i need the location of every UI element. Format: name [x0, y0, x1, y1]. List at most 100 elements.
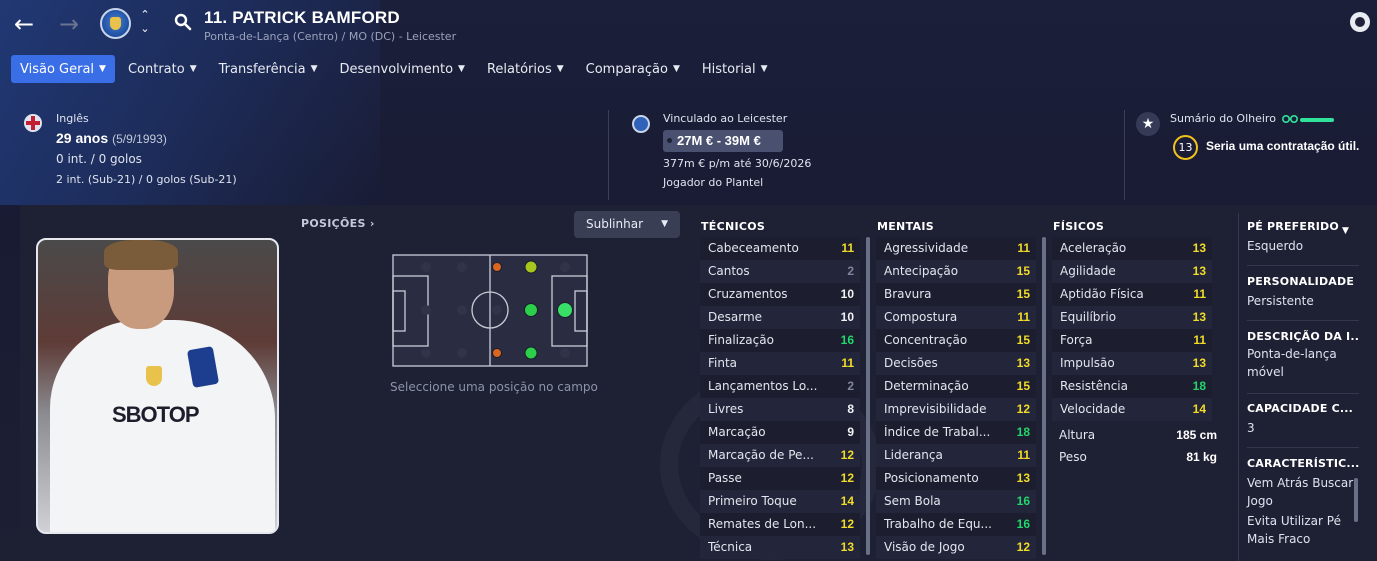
attribute-row[interactable]: Equilíbrio 13	[1052, 306, 1212, 329]
pitch-position-marker[interactable]	[557, 302, 573, 318]
attribute-value: 13	[1192, 264, 1206, 278]
attribute-row[interactable]: Resistência 18	[1052, 375, 1212, 398]
attribute-row[interactable]: Lançamentos Lo... 2	[700, 375, 860, 398]
technical-attributes: TÉCNICOS Cabeceamento 11 Cantos 2 Cruzamento…	[700, 220, 860, 559]
attribute-row[interactable]: Marcação 9	[700, 421, 860, 444]
attribute-row[interactable]: Concentração 15	[876, 329, 1036, 352]
attribute-row[interactable]: Determinação 15	[876, 375, 1036, 398]
tab-historial[interactable]: Historial ▼	[693, 55, 777, 83]
attribute-name: Antecipação	[884, 264, 959, 278]
pitch-empty-spot[interactable]	[421, 305, 431, 315]
attribute-value: 2	[847, 264, 854, 278]
attribute-value: 11	[1017, 310, 1030, 324]
attribute-row[interactable]: Imprevisibilidade 12	[876, 398, 1036, 421]
attribute-name: Impulsão	[1060, 356, 1115, 370]
attribute-row[interactable]: Decisões 13	[876, 352, 1036, 375]
pitch-position-marker[interactable]	[492, 348, 502, 358]
pitch-empty-spot[interactable]	[457, 262, 467, 272]
physical-list: Aceleração 13 Agilidade 13 Aptidão Física 11 E…	[1052, 237, 1212, 421]
attribute-row[interactable]: Remates de Lon... 12	[700, 513, 860, 536]
fm-logo-icon[interactable]	[1350, 12, 1370, 32]
attribute-row[interactable]: Aptidão Física 11	[1052, 283, 1212, 306]
attribute-row[interactable]: Aceleração 13	[1052, 237, 1212, 260]
chevron-down-icon[interactable]: ⌄	[139, 22, 151, 36]
pitch-position-marker[interactable]	[524, 303, 538, 317]
pitch-empty-spot[interactable]	[457, 305, 467, 315]
chevron-down-icon: ▼	[189, 64, 197, 74]
tab-label: Historial	[701, 61, 756, 77]
chevron-down-icon: ▼	[760, 64, 768, 74]
attribute-row[interactable]: Finta 11	[700, 352, 860, 375]
attribute-row[interactable]: Trabalho de Equ... 16	[876, 513, 1036, 536]
scrollbar[interactable]	[1354, 478, 1358, 522]
attribute-value: 18	[1192, 379, 1206, 393]
attribute-name: Finalização	[708, 333, 774, 347]
pitch-empty-spot[interactable]	[421, 262, 431, 272]
attribute-row[interactable]: Livres 8	[700, 398, 860, 421]
attribute-row[interactable]: Cantos 2	[700, 260, 860, 283]
attribute-row[interactable]: Técnica 13	[700, 536, 860, 559]
attribute-row[interactable]: Velocidade 14	[1052, 398, 1212, 421]
attribute-row[interactable]: Finalização 16	[700, 329, 860, 352]
pitch-empty-spot[interactable]	[457, 348, 467, 358]
chevron-up-icon[interactable]: ⌃	[139, 8, 151, 22]
attribute-row[interactable]: Posicionamento 13	[876, 467, 1036, 490]
attribute-row[interactable]: Marcação de Pe... 12	[700, 444, 860, 467]
attribute-row[interactable]: Liderança 11	[876, 444, 1036, 467]
pitch-empty-spot[interactable]	[492, 305, 502, 315]
attribute-row[interactable]: Cabeceamento 11	[700, 237, 860, 260]
tab-transferência[interactable]: Transferência ▼	[210, 55, 327, 83]
attribute-value: 15	[1016, 287, 1030, 301]
personality-label: PERSONALIDADE	[1247, 275, 1355, 288]
tab-comparação[interactable]: Comparação ▼	[577, 55, 689, 83]
attribute-row[interactable]: Antecipação 15	[876, 260, 1036, 283]
attribute-name: Marcação	[708, 425, 766, 439]
positions-link[interactable]: POSIÇÕES ›	[301, 217, 375, 230]
attribute-row[interactable]: Desarme 10	[700, 306, 860, 329]
attribute-row[interactable]: Agilidade 13	[1052, 260, 1212, 283]
scrollbar[interactable]	[866, 237, 870, 555]
attribute-row[interactable]: Cruzamentos 10	[700, 283, 860, 306]
search-icon[interactable]	[174, 13, 192, 31]
club-switch-icon[interactable]: ⌃ ⌄	[139, 8, 151, 36]
tab-bar: Visão Geral ▼ Contrato ▼ Transferência ▼ Desen…	[11, 55, 777, 83]
attribute-row[interactable]: Primeiro Toque 14	[700, 490, 860, 513]
tab-relatórios[interactable]: Relatórios ▼	[478, 55, 573, 83]
pitch-empty-spot[interactable]	[560, 262, 570, 272]
pitch-empty-spot[interactable]	[560, 348, 570, 358]
preferred-foot: PÉ PREFERIDO Esquerdo	[1247, 220, 1359, 255]
attribute-row[interactable]: Índice de Trabal... 18	[876, 421, 1036, 444]
attribute-name: Força	[1060, 333, 1093, 347]
scrollbar[interactable]	[1042, 237, 1046, 555]
star-icon[interactable]: ★	[1136, 112, 1160, 136]
club-badge-icon[interactable]	[100, 8, 131, 39]
highlight-dropdown[interactable]: Sublinhar ▼	[574, 211, 680, 238]
attribute-value: 9	[847, 425, 854, 439]
attribute-row[interactable]: Bravura 15	[876, 283, 1036, 306]
attribute-row[interactable]: Impulsão 13	[1052, 352, 1212, 375]
pitch-position-marker[interactable]	[524, 346, 538, 360]
value-tag[interactable]: 27M € - 39M €	[663, 130, 783, 152]
tab-desenvolvimento[interactable]: Desenvolvimento ▼	[331, 55, 474, 83]
attribute-value: 13	[1192, 241, 1206, 255]
age-value: 29 anos	[56, 130, 109, 146]
pitch-position-marker[interactable]	[524, 260, 538, 274]
pitch-empty-spot[interactable]	[421, 348, 431, 358]
contract-club: Vinculado ao Leicester	[663, 112, 788, 125]
attribute-row[interactable]: Agressividade 11	[876, 237, 1036, 260]
attribute-row[interactable]: Passe 12	[700, 467, 860, 490]
tab-visão-geral[interactable]: Visão Geral ▼	[11, 55, 115, 83]
forward-arrow-icon[interactable]: →	[55, 10, 83, 38]
back-arrow-icon[interactable]: ←	[10, 10, 38, 38]
attribute-row[interactable]: Sem Bola 16	[876, 490, 1036, 513]
tab-contrato[interactable]: Contrato ▼	[119, 55, 206, 83]
attribute-value: 13	[1192, 356, 1206, 370]
attribute-value: 18	[1016, 425, 1030, 439]
attribute-row[interactable]: Visão de Jogo 12	[876, 536, 1036, 559]
pitch-diagram[interactable]	[392, 254, 588, 367]
attribute-name: Índice de Trabal...	[884, 425, 991, 439]
pitch-position-marker[interactable]	[492, 262, 502, 272]
mental-attributes: MENTAIS Agressividade 11 Antecipação 15 Brav…	[876, 220, 1036, 559]
attribute-row[interactable]: Compostura 11	[876, 306, 1036, 329]
attribute-row[interactable]: Força 11	[1052, 329, 1212, 352]
